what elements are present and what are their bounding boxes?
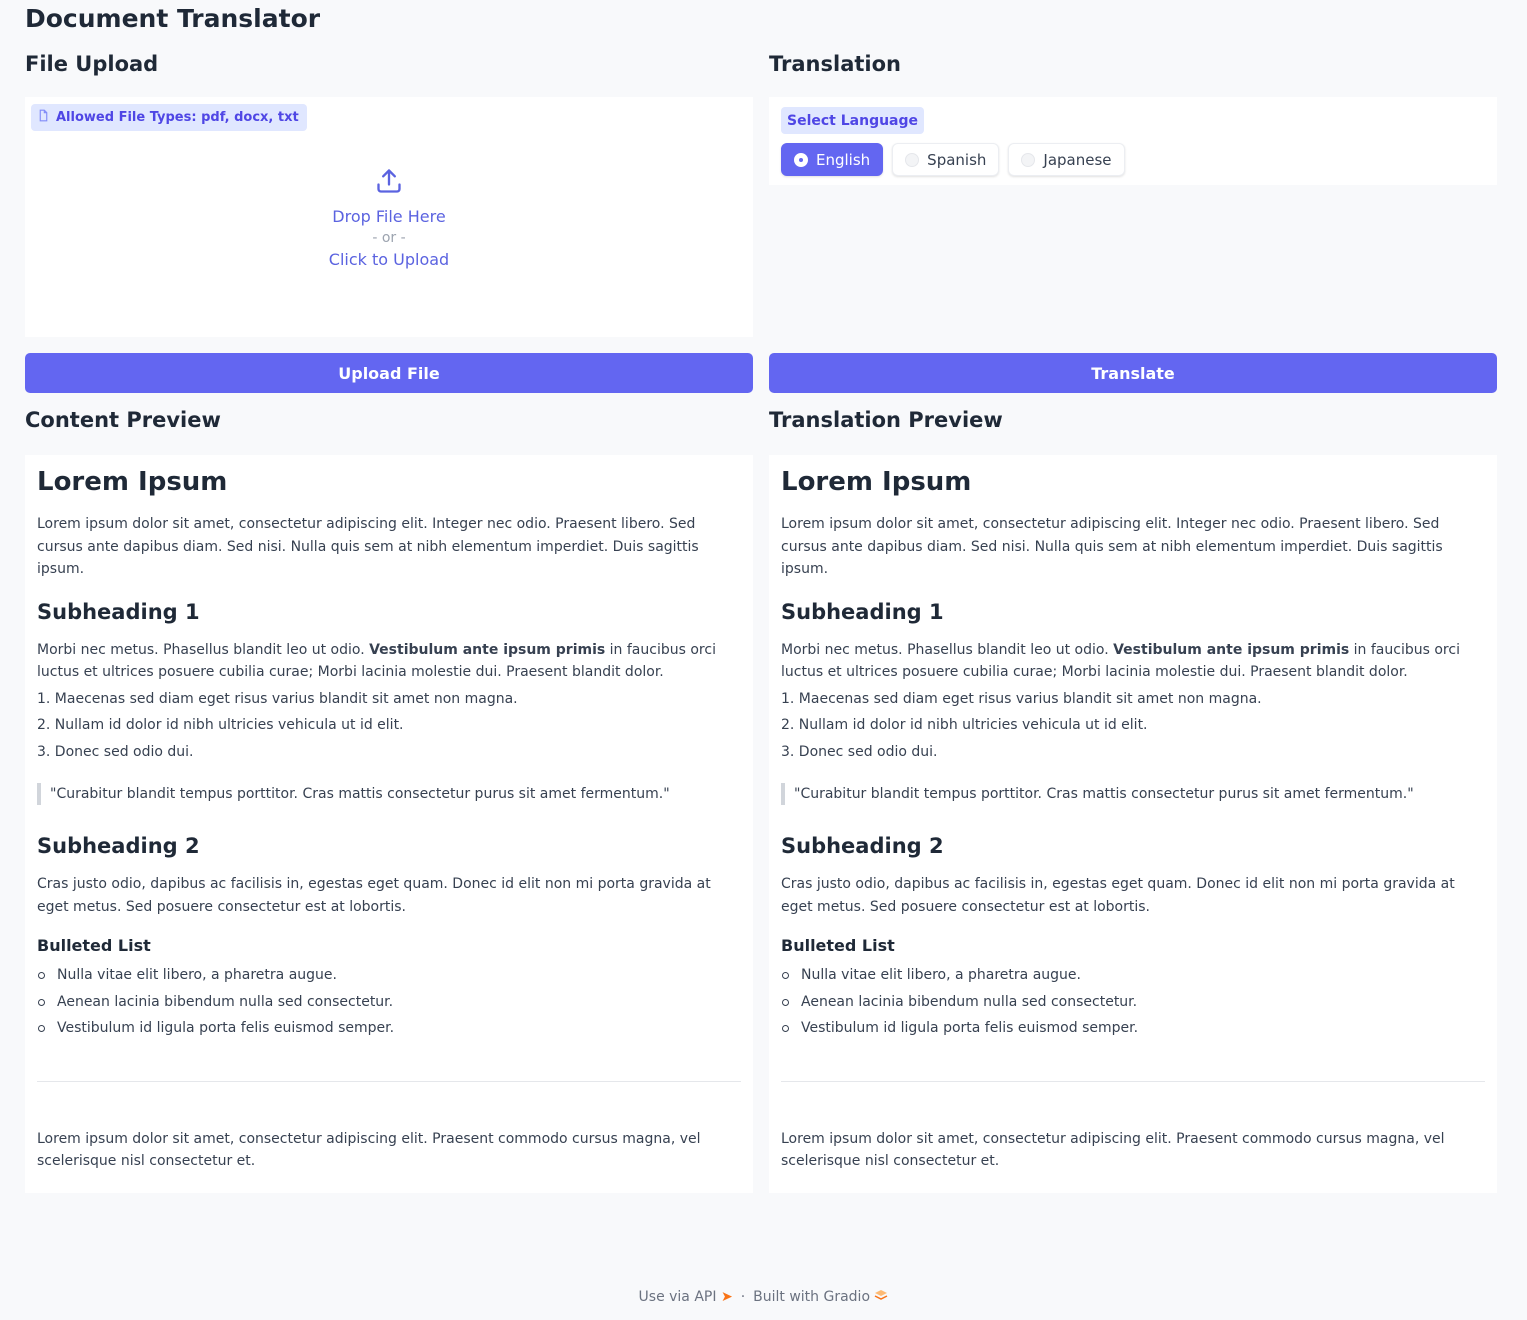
language-option-label: Japanese bbox=[1043, 150, 1112, 169]
content-preview-title: Content Preview bbox=[25, 408, 221, 432]
allowed-file-types-badge: Allowed File Types: pdf, docx, txt bbox=[31, 104, 307, 131]
gradio-logo-icon bbox=[874, 1289, 888, 1305]
file-drop-zone[interactable]: Allowed File Types: pdf, docx, txt Drop … bbox=[25, 97, 753, 337]
select-language-label: Select Language bbox=[781, 107, 925, 134]
list-item: 2. Nullam id dolor id nibh ultricies veh… bbox=[781, 717, 1148, 733]
radio-checked-icon bbox=[794, 152, 808, 167]
translation-blockquote: "Curabitur blandit tempus porttitor. Cra… bbox=[781, 783, 1485, 805]
allowed-file-types-label: Allowed File Types: pdf, docx, txt bbox=[56, 110, 299, 125]
translation-bulleted-list-title: Bulleted List bbox=[781, 936, 895, 955]
language-selector-panel: Select Language English Spanish Japanese bbox=[769, 97, 1497, 185]
content-bulleted-list: Nulla vitae elit libero, a pharetra augu… bbox=[37, 962, 741, 1042]
language-option-label: Spanish bbox=[927, 150, 987, 169]
content-intro-paragraph: Lorem ipsum dolor sit amet, consectetur … bbox=[37, 516, 699, 577]
content-paragraph-2-bold: Vestibulum ante ipsum primis bbox=[369, 641, 606, 658]
content-closing-paragraph: Lorem ipsum dolor sit amet, consectetur … bbox=[37, 1130, 701, 1170]
divider bbox=[37, 1080, 741, 1082]
translation-ordered-list: 1. Maecenas sed diam eget risus varius b… bbox=[781, 686, 1485, 766]
content-paragraph-3: Cras justo odio, dapibus ac facilisis in… bbox=[37, 876, 711, 915]
language-option-label: English bbox=[816, 150, 871, 169]
content-subheading-2: Subheading 2 bbox=[37, 834, 200, 858]
list-item: 1. Maecenas sed diam eget risus varius b… bbox=[37, 690, 518, 707]
translation-intro-paragraph: Lorem ipsum dolor sit amet, consectetur … bbox=[781, 516, 1443, 577]
upload-file-button[interactable]: Upload File bbox=[25, 353, 753, 393]
footer-separator: · bbox=[740, 1289, 746, 1305]
language-option-spanish[interactable]: Spanish bbox=[892, 143, 1000, 176]
file-icon bbox=[37, 109, 50, 126]
translation-preview-panel: Lorem Ipsum Lorem ipsum dolor sit amet, … bbox=[769, 455, 1497, 1193]
translation-subheading-2: Subheading 2 bbox=[781, 834, 944, 858]
list-item: Nulla vitae elit libero, a pharetra augu… bbox=[781, 962, 1485, 989]
translation-subheading-1: Subheading 1 bbox=[781, 599, 944, 624]
content-preview-panel: Lorem Ipsum Lorem ipsum dolor sit amet, … bbox=[25, 455, 753, 1193]
content-subheading-1: Subheading 1 bbox=[37, 599, 200, 624]
left-column: File Upload Allowed File Types: pdf, doc… bbox=[25, 0, 753, 1200]
rocket-icon: ➤ bbox=[720, 1289, 733, 1305]
content-paragraph-2-start: Morbi nec metus. Phasellus blandit leo u… bbox=[37, 641, 370, 658]
list-item: 1. Maecenas sed diam eget risus varius b… bbox=[781, 690, 1262, 707]
content-blockquote: "Curabitur blandit tempus porttitor. Cra… bbox=[37, 783, 741, 805]
click-to-upload-text[interactable]: Click to Upload bbox=[329, 250, 449, 269]
translation-paragraph-2-bold: Vestibulum ante ipsum primis bbox=[1113, 641, 1350, 658]
file-upload-title: File Upload bbox=[25, 52, 159, 76]
list-item: Vestibulum id ligula porta felis euismod… bbox=[781, 1015, 1485, 1042]
use-via-api-label: Use via API bbox=[638, 1289, 717, 1305]
upload-icon bbox=[375, 167, 403, 199]
content-bulleted-list-title: Bulleted List bbox=[37, 936, 151, 955]
built-with-gradio-label: Built with Gradio bbox=[753, 1289, 871, 1305]
list-item: 3. Donec sed odio dui. bbox=[37, 743, 194, 760]
content-ordered-list: 1. Maecenas sed diam eget risus varius b… bbox=[37, 686, 741, 766]
content-paragraph-2: Morbi nec metus. Phasellus blandit leo u… bbox=[37, 639, 741, 684]
translation-title: Translation bbox=[769, 52, 901, 76]
translation-heading: Lorem Ipsum bbox=[781, 467, 972, 497]
translation-paragraph-3: Cras justo odio, dapibus ac facilisis in… bbox=[781, 876, 1455, 915]
radio-unchecked-icon bbox=[1021, 152, 1036, 167]
translation-preview-title: Translation Preview bbox=[769, 408, 1003, 432]
list-item: 3. Donec sed odio dui. bbox=[781, 743, 938, 760]
right-column: Translation Select Language English Span… bbox=[769, 0, 1497, 1200]
drop-area[interactable]: Drop File Here - or - Click to Upload bbox=[25, 167, 753, 269]
use-via-api-link[interactable]: Use via API ➤ bbox=[639, 1289, 733, 1305]
footer: Use via API ➤ · Built with Gradio bbox=[0, 1289, 1527, 1305]
drop-file-text: Drop File Here bbox=[332, 207, 446, 226]
list-item: Aenean lacinia bibendum nulla sed consec… bbox=[37, 989, 741, 1016]
translation-paragraph-2: Morbi nec metus. Phasellus blandit leo u… bbox=[781, 639, 1485, 684]
divider bbox=[781, 1080, 1485, 1082]
built-with-gradio-link[interactable]: Built with Gradio bbox=[753, 1289, 888, 1305]
list-item: Vestibulum id ligula porta felis euismod… bbox=[37, 1015, 741, 1042]
language-option-english[interactable]: English bbox=[781, 143, 884, 176]
list-item: 2. Nullam id dolor id nibh ultricies veh… bbox=[37, 717, 404, 733]
radio-unchecked-icon bbox=[905, 152, 920, 167]
translation-bulleted-list: Nulla vitae elit libero, a pharetra augu… bbox=[781, 962, 1485, 1042]
or-text: - or - bbox=[372, 230, 406, 246]
language-radio-group: English Spanish Japanese bbox=[781, 143, 1125, 176]
list-item: Aenean lacinia bibendum nulla sed consec… bbox=[781, 989, 1485, 1016]
translate-button[interactable]: Translate bbox=[769, 353, 1497, 393]
translation-paragraph-2-start: Morbi nec metus. Phasellus blandit leo u… bbox=[781, 641, 1114, 658]
language-option-japanese[interactable]: Japanese bbox=[1008, 143, 1125, 176]
content-heading: Lorem Ipsum bbox=[37, 467, 228, 497]
list-item: Nulla vitae elit libero, a pharetra augu… bbox=[37, 962, 741, 989]
translation-closing-paragraph: Lorem ipsum dolor sit amet, consectetur … bbox=[781, 1130, 1445, 1170]
